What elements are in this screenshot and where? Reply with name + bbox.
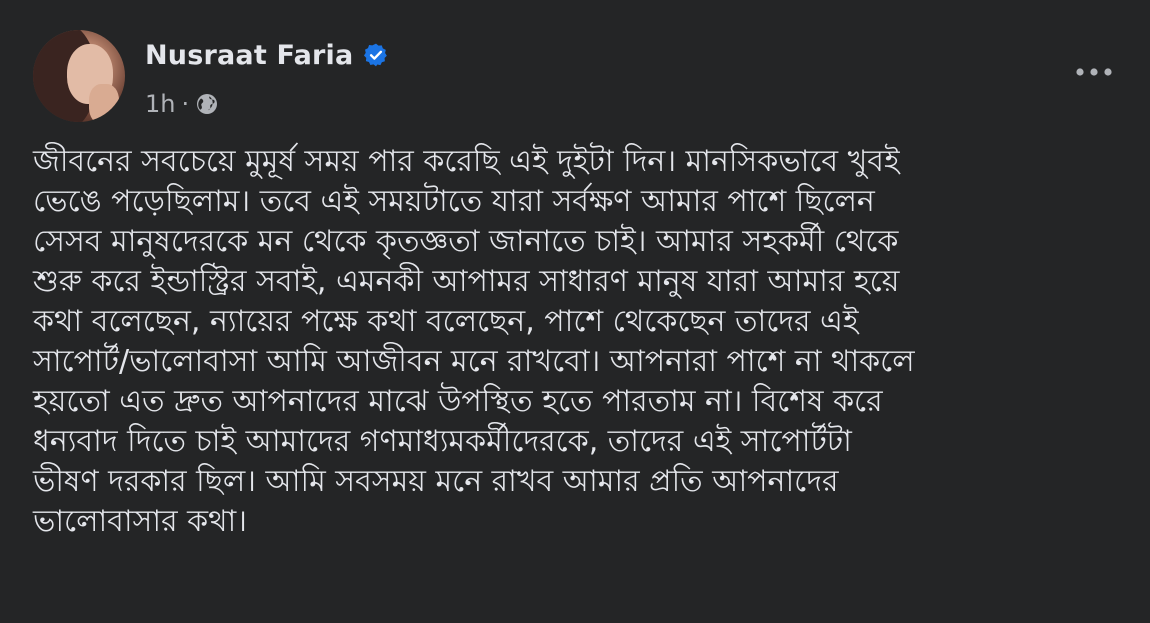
author-row: Nusraat Faria xyxy=(145,37,389,73)
author-avatar[interactable] xyxy=(33,30,125,122)
facebook-post: Nusraat Faria 1h · জীবনের সবচেয়ে মুমূর্… xyxy=(0,0,1150,623)
meta-separator: · xyxy=(181,90,190,118)
more-options-button[interactable] xyxy=(1068,52,1120,92)
more-horizontal-icon xyxy=(1076,68,1112,76)
avatar-hand xyxy=(89,84,119,122)
post-timestamp[interactable]: 1h xyxy=(145,90,175,118)
globe-icon[interactable] xyxy=(195,92,219,116)
verified-badge-icon xyxy=(363,42,389,68)
post-body-text: জীবনের সবচেয়ে মুমূর্ষ সময় পার করেছি এই… xyxy=(33,144,915,539)
author-name[interactable]: Nusraat Faria xyxy=(145,40,353,71)
post-meta: 1h · xyxy=(145,88,219,120)
